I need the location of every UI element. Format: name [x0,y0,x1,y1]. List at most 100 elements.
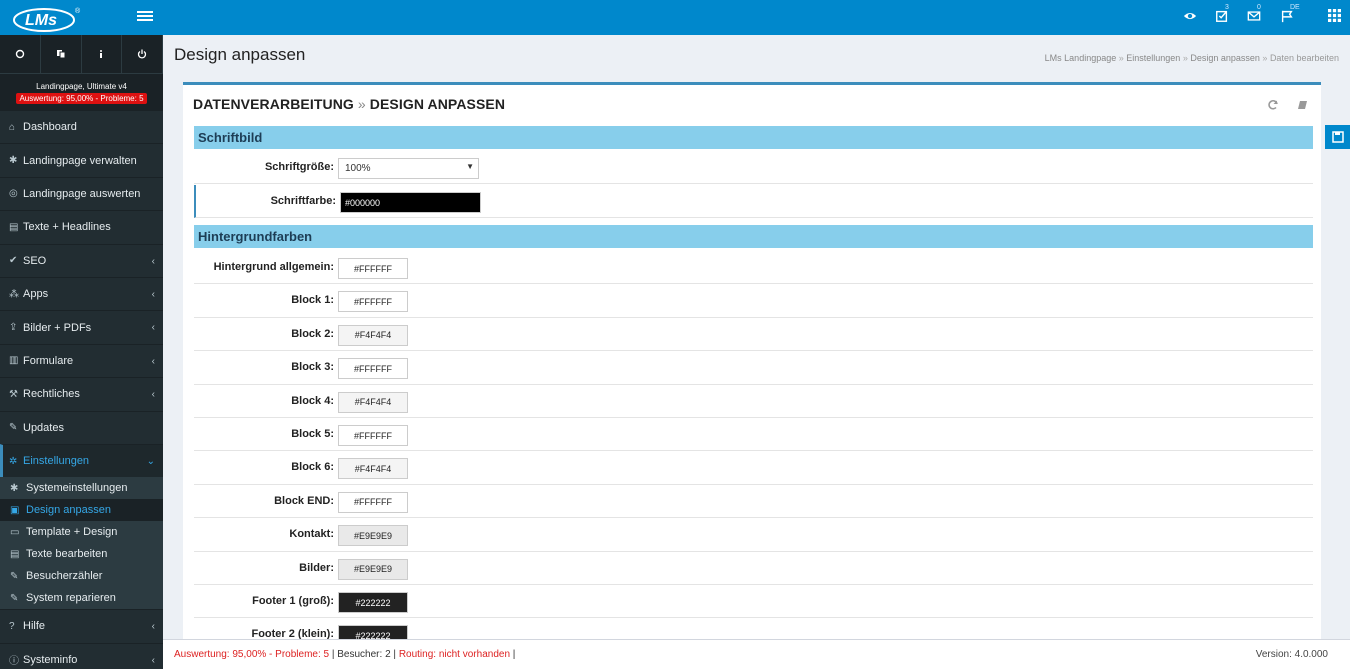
form-row-color: Hintergrund allgemein: #FFFFFF [194,251,1313,285]
form-row-color: Block END: #FFFFFF [194,485,1313,519]
gears-icon: ✲ [9,455,18,467]
font-color-label: Schriftfarbe: [270,195,336,207]
breadcrumb-item-design[interactable]: Design anpassen [1190,53,1260,63]
submenu-item-texte-bearbeiten[interactable]: ▤ Texte bearbeiten [0,543,163,565]
color-label: Hintergrund allgemein: [213,261,334,273]
sidebar-item-updates[interactable]: ✎ Updates [0,410,163,444]
info-icon[interactable] [82,35,123,73]
refresh-icon[interactable] [1267,99,1279,111]
menu-toggle-button[interactable] [137,9,153,25]
document-icon: ▤ [9,221,19,233]
footer-routing[interactable]: Routing: nicht vorhanden [399,649,510,660]
color-label: Block 1: [291,294,334,307]
edit-icon: ✎ [10,570,19,582]
color-input[interactable]: #F4F4F4 [338,391,408,413]
color-input[interactable]: #FFFFFF [338,425,408,446]
list-icon: ▥ [9,355,19,367]
breadcrumb-item-home[interactable]: LMs Landingpage [1045,53,1117,63]
top-navbar: LMs ® 3 0 DE [0,0,1350,35]
font-size-select[interactable]: 100% ▼ [338,158,479,179]
sidebar-item-systeminfo[interactable]: ⓘ Systeminfo ‹ [0,642,163,669]
color-label: Footer 1 (groß): [252,595,334,607]
sidebar-item-formulare[interactable]: ▥ Formulare ‹ [0,343,163,377]
color-input[interactable]: #F4F4F4 [338,458,408,480]
submenu-item-system-reparieren[interactable]: ✎ System reparieren [0,587,163,609]
font-size-label: Schriftgröße: [264,161,334,173]
sidebar-item-landingpage-verwalten[interactable]: ✱ Landingpage verwalten [0,143,163,176]
sidebar-item-landingpage-auswerten[interactable]: ◎ Landingpage auswerten [0,176,163,210]
upload-icon: ⇪ [9,322,18,334]
power-icon[interactable] [122,35,163,73]
sidebar-item-dashboard[interactable]: ⌂ Dashboard [0,110,163,143]
sidebar-item-hilfe[interactable]: ? Hilfe ‹ [0,609,163,642]
color-input[interactable]: #F4F4F4 [338,324,408,346]
chevron-left-icon: ‹ [151,355,155,367]
chevron-left-icon: ‹ [151,255,155,267]
color-input[interactable]: #FFFFFF [338,491,408,513]
mail-badge: 0 [1257,4,1261,11]
lms-logo[interactable]: LMs ® [12,4,84,32]
font-color-input[interactable]: #000000 [340,192,481,213]
footer-evaluation[interactable]: Auswertung: 95,00% - Probleme: 5 [174,649,329,660]
sitemap-icon: ⁂ [9,288,19,300]
check-icon: ✔ [9,255,18,267]
form-row-color: Block 5: #FFFFFF [194,418,1313,452]
help-icon: ? [9,620,15,632]
eye-icon[interactable] [1183,9,1199,25]
chevron-left-icon: ‹ [151,389,155,401]
home-icon: ⌂ [9,121,16,133]
chevron-left-icon: ‹ [151,322,155,334]
form-row-font-size: Schriftgröße: 100% ▼ [194,151,1313,185]
caret-down-icon: ▼ [466,162,474,171]
submenu-item-template-design[interactable]: ▭ Template + Design [0,521,163,543]
color-label: Block 2: [291,327,334,340]
form-row-color: Block 6: #F4F4F4 [194,451,1313,485]
einstellungen-submenu: ✱ Systemeinstellungen ▣ Design anpassen ▭ T… [0,477,163,610]
sidebar-tools [0,35,163,73]
sidebar-item-bilder-pdfs[interactable]: ⇪ Bilder + PDFs ‹ [0,310,163,343]
info-circle-icon: ⓘ [9,656,19,668]
color-input[interactable]: #FFFFFF [338,258,408,279]
form-row-color: Kontakt: #E9E9E9 [194,518,1313,552]
form-row-color: Block 3: #FFFFFF [194,351,1313,385]
sidebar-item-seo[interactable]: ✔ SEO ‹ [0,243,163,277]
sidebar-item-rechtliches[interactable]: ⚒ Rechtliches ‹ [0,377,163,410]
submenu-item-systemeinstellungen[interactable]: ✱ Systemeinstellungen [0,477,163,499]
save-button[interactable] [1325,125,1350,149]
sidebar-item-apps[interactable]: ⁂ Apps ‹ [0,276,163,310]
landingpage-title: Landingpage, Ultimate v4 [36,82,127,91]
color-input[interactable]: #E9E9E9 [338,525,408,547]
sidebar-item-texte-headlines[interactable]: ▤ Texte + Headlines [0,210,163,243]
sidebar: Landingpage, Ultimate v4 Auswertung: 95,… [0,35,163,669]
color-input[interactable]: #222222 [338,592,408,613]
color-label: Kontakt: [289,528,334,541]
wrench-icon: ✎ [9,422,18,434]
breadcrumb-item-einstellungen[interactable]: Einstellungen [1126,53,1180,63]
color-label: Block 4: [291,394,334,407]
grid-apps-icon[interactable] [1328,9,1344,25]
copy-icon[interactable] [41,35,82,73]
color-input[interactable]: #FFFFFF [338,358,408,380]
submenu-item-design-anpassen[interactable]: ▣ Design anpassen [0,499,163,522]
color-label: Block 3: [291,361,334,374]
color-label: Block END: [274,494,334,507]
tasks-icon[interactable]: 3 [1215,4,1231,25]
check-circle-icon: ◎ [9,188,18,200]
folder-icon: ▭ [10,526,20,538]
flag-icon[interactable]: DE [1280,4,1300,25]
form-row-color: Block 4: #F4F4F4 [194,385,1313,418]
gear-icon: ✱ [9,155,18,167]
save-icon [1331,131,1344,143]
form-row-color: Bilder: #E9E9E9 [194,552,1313,585]
evaluation-badge[interactable]: Auswertung: 95,00% - Probleme: 5 [16,93,147,104]
color-label: Block 5: [291,428,334,440]
sidebar-item-einstellungen[interactable]: ✲ Einstellungen ⌄ [0,443,163,478]
mail-icon[interactable]: 0 [1247,4,1263,25]
color-input[interactable]: #FFFFFF [338,291,408,313]
logo-text: LMs [25,12,57,29]
color-input[interactable]: #E9E9E9 [338,558,408,580]
book-icon[interactable] [1296,99,1308,111]
refresh-icon[interactable] [0,35,41,73]
edit-icon: ✎ [10,592,19,604]
submenu-item-besucherzaehler[interactable]: ✎ Besucherzähler [0,565,163,587]
